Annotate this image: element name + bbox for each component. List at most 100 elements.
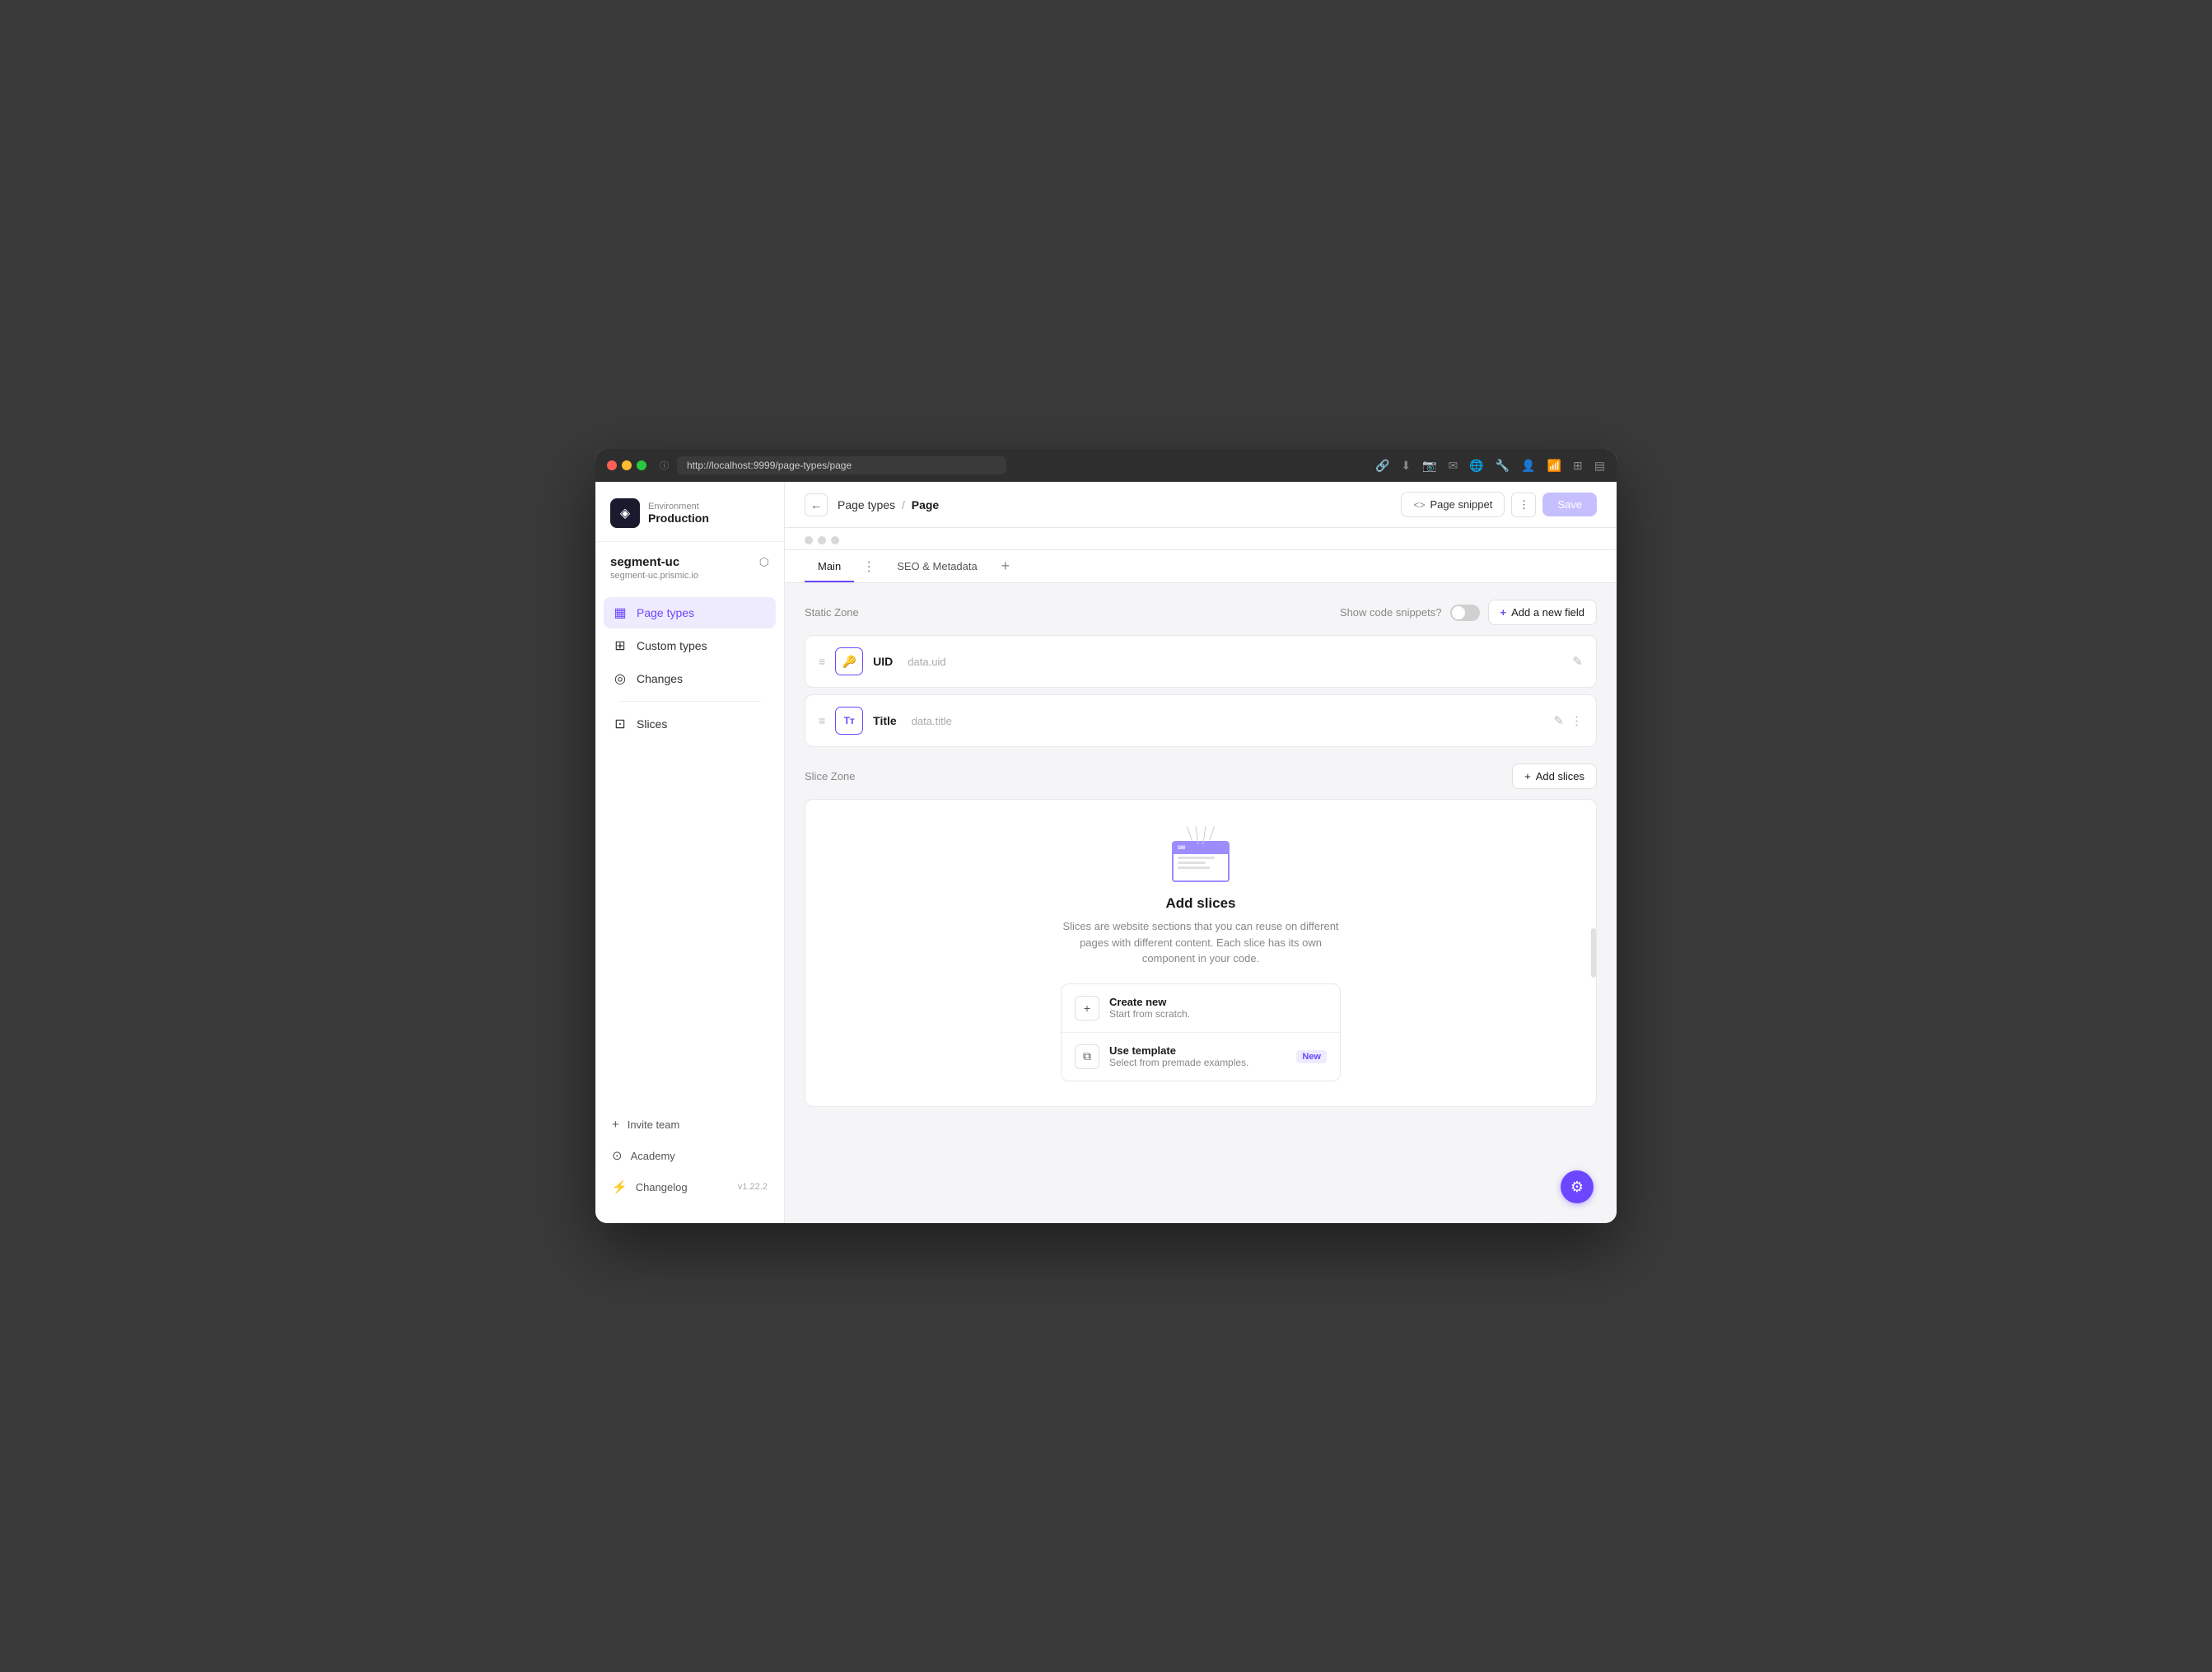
tab-main-more-button[interactable]: ⋮ bbox=[857, 555, 880, 578]
settings-fab[interactable]: ⚙ bbox=[1561, 1170, 1594, 1203]
camera-icon[interactable]: 📷 bbox=[1422, 459, 1436, 473]
tabs-bar bbox=[785, 528, 1617, 550]
mail-icon[interactable]: ✉ bbox=[1449, 459, 1458, 473]
share-icon[interactable]: 🔗 bbox=[1375, 459, 1389, 473]
info-icon: ⓘ bbox=[660, 459, 669, 472]
use-template-text: Use template Select from premade example… bbox=[1109, 1044, 1248, 1068]
dot-2 bbox=[818, 536, 826, 544]
changelog-icon: ⚡ bbox=[612, 1179, 628, 1194]
workspace-info: segment-uc segment-uc.prismic.io bbox=[610, 555, 698, 581]
sidebar-item-changelog[interactable]: ⚡ Changelog v1.22.2 bbox=[604, 1172, 776, 1202]
add-slices-plus-icon: + bbox=[1524, 770, 1531, 782]
page-types-icon: ▦ bbox=[612, 605, 628, 621]
more-options-button[interactable]: ⋮ bbox=[1511, 493, 1536, 517]
slice-empty-area: SM Add slices Slices are website sectio bbox=[805, 799, 1597, 1107]
window-controls bbox=[607, 460, 646, 470]
save-button[interactable]: Save bbox=[1542, 493, 1597, 516]
changelog-version: v1.22.2 bbox=[738, 1182, 768, 1192]
sidebar-item-custom-types[interactable]: ⊞ Custom types bbox=[604, 630, 776, 661]
sidebar-divider bbox=[618, 701, 761, 702]
env-info: Environment Production bbox=[648, 502, 709, 525]
slice-zone-label: Slice Zone bbox=[805, 770, 855, 782]
changelog-label: Changelog bbox=[636, 1181, 688, 1193]
title-field-name: Title bbox=[873, 714, 897, 727]
sidebar-item-changes[interactable]: ◎ Changes bbox=[604, 663, 776, 694]
breadcrumb: Page types / Page bbox=[838, 498, 939, 511]
inbox-icon[interactable]: ⬇ bbox=[1401, 459, 1411, 473]
maximize-dot[interactable] bbox=[637, 460, 646, 470]
tab-add-button[interactable]: + bbox=[994, 555, 1017, 578]
back-button[interactable]: ← bbox=[805, 493, 828, 516]
content-dots bbox=[805, 528, 839, 549]
uid-field-actions: ✎ bbox=[1572, 654, 1583, 669]
add-new-field-button[interactable]: + Add a new field bbox=[1488, 600, 1598, 625]
extension-icon[interactable]: 🔧 bbox=[1496, 459, 1510, 473]
tab-main[interactable]: Main bbox=[805, 550, 854, 582]
create-new-text: Create new Start from scratch. bbox=[1109, 996, 1190, 1020]
page-types-label: Page types bbox=[637, 606, 694, 619]
invite-label: Invite team bbox=[628, 1119, 680, 1131]
back-icon: ← bbox=[810, 498, 822, 511]
page-snippet-button[interactable]: <> Page snippet bbox=[1401, 492, 1505, 517]
grid-icon[interactable]: ⊞ bbox=[1573, 459, 1583, 473]
slice-box: SM bbox=[1172, 841, 1230, 882]
slices-label: Slices bbox=[637, 717, 667, 731]
create-new-title: Create new bbox=[1109, 996, 1190, 1008]
sidebar-nav: ▦ Page types ⊞ Custom types ◎ Changes ⊡ … bbox=[595, 591, 784, 854]
tab-seo-label: SEO & Metadata bbox=[897, 560, 978, 572]
use-template-icon: ⧉ bbox=[1075, 1044, 1099, 1069]
page-snippet-label: Page snippet bbox=[1430, 498, 1492, 511]
add-slices-button[interactable]: + Add slices bbox=[1512, 764, 1597, 789]
create-new-action[interactable]: + Create new Start from scratch. bbox=[1062, 984, 1340, 1033]
workspace-section: segment-uc segment-uc.prismic.io ⬡ bbox=[595, 542, 784, 591]
breadcrumb-separator: / bbox=[902, 498, 908, 511]
slice-zone-header: Slice Zone + Add slices bbox=[805, 764, 1597, 789]
create-new-icon: + bbox=[1075, 996, 1099, 1020]
title-field-actions: ✎ ⋮ bbox=[1553, 713, 1583, 728]
dot-3 bbox=[831, 536, 839, 544]
use-template-desc: Select from premade examples. bbox=[1109, 1057, 1248, 1068]
uid-drag-handle[interactable]: ≡ bbox=[819, 655, 825, 668]
minimize-dot[interactable] bbox=[622, 460, 632, 470]
app-body: ◈ Environment Production segment-uc segm… bbox=[595, 482, 1617, 1223]
tab-main-label: Main bbox=[818, 560, 841, 572]
use-template-action[interactable]: ⧉ Use template Select from premade examp… bbox=[1062, 1033, 1340, 1081]
uid-field-path: data.uid bbox=[908, 656, 945, 668]
scrollbar-hint bbox=[1591, 928, 1596, 978]
globe-icon[interactable]: 🌐 bbox=[1469, 459, 1483, 473]
uid-edit-icon[interactable]: ✎ bbox=[1572, 654, 1583, 669]
tab-more-icon: ⋮ bbox=[862, 558, 875, 575]
workspace-name: segment-uc bbox=[610, 555, 698, 569]
zone-toggle-group: Show code snippets? + Add a new field bbox=[1340, 600, 1597, 625]
title-more-icon[interactable]: ⋮ bbox=[1570, 713, 1583, 728]
sidebar-item-academy[interactable]: ⊙ Academy bbox=[604, 1141, 776, 1170]
sidebar-item-page-types[interactable]: ▦ Page types bbox=[604, 597, 776, 628]
code-icon: <> bbox=[1413, 499, 1425, 511]
breadcrumb-current: Page bbox=[912, 498, 939, 511]
static-zone-label: Static Zone bbox=[805, 606, 859, 619]
tab-seo[interactable]: SEO & Metadata bbox=[884, 550, 991, 582]
workspace-row: segment-uc segment-uc.prismic.io ⬡ bbox=[610, 555, 769, 581]
title-drag-handle[interactable]: ≡ bbox=[819, 714, 825, 727]
academy-label: Academy bbox=[631, 1150, 675, 1162]
more-icon: ⋮ bbox=[1519, 498, 1529, 511]
dot-1 bbox=[805, 536, 813, 544]
title-edit-icon[interactable]: ✎ bbox=[1553, 713, 1564, 728]
sidebar-item-invite-team[interactable]: + Invite team bbox=[604, 1110, 776, 1139]
external-link-icon[interactable]: ⬡ bbox=[759, 555, 769, 569]
env-label: Environment bbox=[648, 502, 709, 511]
add-slices-label: Add slices bbox=[1536, 770, 1584, 782]
url-bar[interactable]: http://localhost:9999/page-types/page bbox=[677, 456, 1006, 474]
title-icon: Tт bbox=[835, 707, 863, 735]
close-dot[interactable] bbox=[607, 460, 617, 470]
main-content: ← Page types / Page <> Page snippet ⋮ bbox=[785, 482, 1617, 1223]
add-slices-desc: Slices are website sections that you can… bbox=[1052, 918, 1349, 967]
sidebar-item-slices[interactable]: ⊡ Slices bbox=[604, 708, 776, 740]
slice-box-header: SM bbox=[1174, 843, 1228, 854]
sidebar: ◈ Environment Production segment-uc segm… bbox=[595, 482, 785, 1223]
profile-icon[interactable]: 👤 bbox=[1521, 459, 1535, 473]
code-snippets-toggle[interactable] bbox=[1450, 605, 1480, 621]
app-logo: ◈ bbox=[610, 498, 640, 528]
workspace-url: segment-uc.prismic.io bbox=[610, 571, 698, 581]
sidebar-icon[interactable]: ▤ bbox=[1594, 459, 1605, 473]
